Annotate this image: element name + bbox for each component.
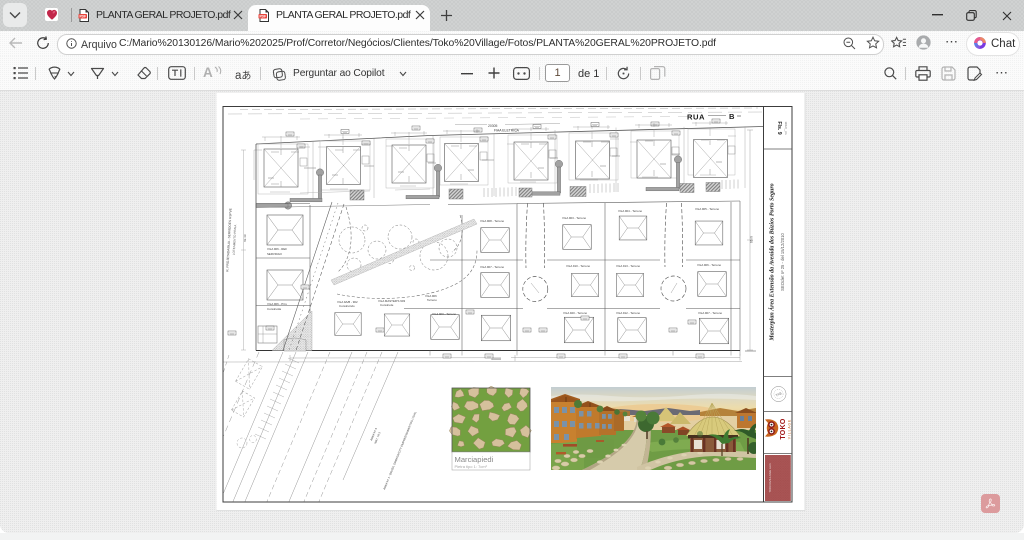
svg-text:Construida: Construida (267, 307, 281, 311)
svg-text:TOKO: TOKO (780, 418, 787, 440)
svg-text:VILLAGE: VILLAGE (788, 419, 792, 439)
svg-text:Fls. 9: Fls. 9 (776, 121, 782, 134)
svg-text:VILA 906 - REF: VILA 906 - REF (267, 247, 287, 251)
svg-text:VILA 913 - Terreno: VILA 913 - Terreno (616, 264, 640, 268)
svg-text:TOKOAVILLAGE com: TOKOAVILLAGE com (768, 463, 772, 493)
svg-text:Masterplan Área Extensão da Av: Masterplan Área Extensão da Avenida dos … (768, 183, 776, 341)
svg-text:VILA 920 - Terreno: VILA 920 - Terreno (563, 311, 587, 315)
svg-text:VILA 912 - Terreno: VILA 912 - Terreno (616, 311, 640, 315)
svg-text:Terreno: Terreno (427, 298, 437, 302)
svg-text:Construindo: Construindo (339, 304, 355, 308)
svg-text:VILA 904 - Terreno: VILA 904 - Terreno (618, 209, 642, 213)
svg-text:VILA 905 - Terreno: VILA 905 - Terreno (695, 207, 719, 211)
svg-text:VILA 907 - Terreno: VILA 907 - Terreno (480, 265, 504, 269)
svg-text:69.49: 69.49 (243, 234, 247, 242)
svg-text:B: B (729, 112, 735, 121)
svg-text:11/12/__rm: 11/12/__rm (784, 122, 788, 135)
svg-text:VILA 908 - Terreno: VILA 908 - Terreno (480, 219, 504, 223)
svg-text:SERVIDAO: SERVIDAO (267, 252, 283, 256)
svg-text:VILA 907 - Terreno: VILA 907 - Terreno (698, 311, 722, 315)
svg-text:VILA 906 - Terreno: VILA 906 - Terreno (697, 263, 721, 267)
svg-text:RUA: RUA (687, 113, 705, 122)
svg-text:VILA 903 - Terreno: VILA 903 - Terreno (562, 216, 586, 220)
svg-text:VILA 906 - PCs: VILA 906 - PCs (267, 302, 287, 306)
svg-text:Construde: Construde (380, 303, 394, 307)
svg-text:66 m: 66 m (750, 236, 754, 243)
svg-text:Marciapiedi: Marciapiedi (455, 455, 494, 464)
svg-text:20305: 20305 (488, 124, 498, 128)
svg-text:VILA 910 - Terreno: VILA 910 - Terreno (566, 264, 590, 268)
svg-text:SEOclet nº 25 - del 15/12/2010: SEOclet nº 25 - del 15/12/2010 (780, 233, 785, 291)
svg-text:VILA 900 - Terreno: VILA 900 - Terreno (432, 312, 456, 316)
svg-text:Pietra tipo 1: 7cm²: Pietra tipo 1: 7cm² (455, 464, 488, 469)
